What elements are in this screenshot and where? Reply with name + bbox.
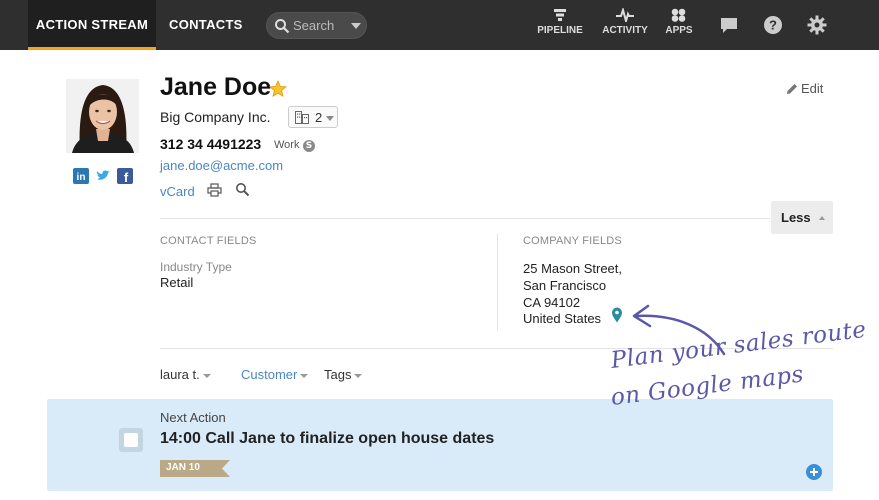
address-line: United States	[523, 311, 602, 326]
map-pin-icon[interactable]	[611, 307, 623, 323]
gear-icon[interactable]	[806, 14, 828, 36]
activity-icon	[616, 8, 634, 22]
chat-icon[interactable]	[718, 14, 740, 36]
owner-dropdown[interactable]: laura t.	[160, 367, 211, 382]
favorite-star-icon[interactable]	[269, 80, 287, 98]
company-count-value: 2	[315, 110, 323, 125]
twitter-icon[interactable]	[95, 168, 111, 184]
chevron-down-icon	[354, 373, 363, 378]
email-link[interactable]: jane.doe@acme.com	[160, 158, 283, 173]
nav-apps-label: APPS	[665, 25, 693, 36]
edit-label: Edit	[801, 81, 824, 96]
skype-icon[interactable]: S	[303, 140, 315, 152]
address-line: 25 Mason Street,	[523, 261, 622, 276]
chevron-up-icon	[819, 216, 825, 220]
nav-activity[interactable]: ACTIVITY	[598, 8, 652, 36]
facebook-icon[interactable]: f	[117, 168, 133, 185]
divider	[160, 218, 770, 219]
chevron-down-icon	[326, 116, 334, 121]
owner-value: laura t.	[160, 367, 200, 382]
svg-text:?: ?	[769, 18, 777, 33]
search-box[interactable]: Search	[266, 12, 367, 39]
date-badge: JAN 10	[160, 460, 230, 477]
status-value: Customer	[241, 367, 298, 382]
svg-text:in: in	[77, 172, 86, 183]
task-checkbox[interactable]	[119, 428, 143, 452]
phone-number[interactable]: 312 34 4491223	[160, 136, 261, 152]
search-icon[interactable]	[235, 182, 250, 197]
nav-activity-label: ACTIVITY	[602, 25, 648, 36]
building-icon	[295, 111, 309, 124]
tab-action-stream[interactable]: ACTION STREAM	[28, 0, 156, 50]
search-dropdown-caret-icon[interactable]	[351, 23, 361, 29]
contact-name: Jane Doe	[160, 73, 272, 101]
next-action-label: Next Action	[160, 410, 226, 425]
pencil-icon	[787, 84, 797, 94]
add-action-icon[interactable]	[806, 464, 822, 480]
company-count-dropdown[interactable]: 2	[288, 106, 338, 128]
next-action-title[interactable]: 14:00 Call Jane to finalize open house d…	[160, 430, 494, 448]
company-name[interactable]: Big Company Inc.	[160, 109, 271, 125]
industry-type-label: Industry Type	[160, 260, 232, 274]
vertical-divider	[497, 234, 498, 330]
pipeline-icon	[554, 9, 566, 21]
company-fields-heading: COMPANY FIELDS	[523, 235, 622, 247]
top-navigation-bar: ACTION STREAM CONTACTS Search PIPELINE A…	[0, 0, 879, 50]
search-icon	[275, 19, 290, 34]
print-icon[interactable]	[207, 183, 222, 197]
phone-type-label: Work	[274, 139, 300, 151]
industry-type-value: Retail	[160, 275, 194, 290]
contact-fields-heading: CONTACT FIELDS	[160, 235, 257, 247]
contact-avatar	[66, 79, 139, 153]
less-button[interactable]: Less	[771, 201, 833, 234]
tab-contacts[interactable]: CONTACTS	[169, 0, 243, 50]
svg-text:f: f	[124, 170, 129, 184]
nav-apps[interactable]: APPS	[662, 8, 696, 36]
nav-pipeline[interactable]: PIPELINE	[533, 8, 587, 36]
less-label: Less	[781, 210, 811, 225]
date-badge-text: JAN 10	[166, 462, 200, 473]
nav-pipeline-label: PIPELINE	[537, 25, 583, 36]
address-line: CA 94102	[523, 295, 581, 310]
linkedin-icon[interactable]: in	[73, 168, 89, 184]
status-dropdown[interactable]: Customer	[241, 367, 309, 382]
help-icon[interactable]: ?	[762, 14, 784, 36]
address-line: San Francisco	[523, 278, 607, 293]
search-input[interactable]: Search	[293, 18, 334, 33]
chevron-down-icon	[202, 373, 211, 378]
apps-icon	[671, 8, 686, 22]
vcard-link[interactable]: vCard	[160, 184, 195, 199]
tags-label: Tags	[324, 367, 352, 382]
chevron-down-icon	[300, 373, 309, 378]
tags-dropdown[interactable]: Tags	[324, 367, 363, 382]
